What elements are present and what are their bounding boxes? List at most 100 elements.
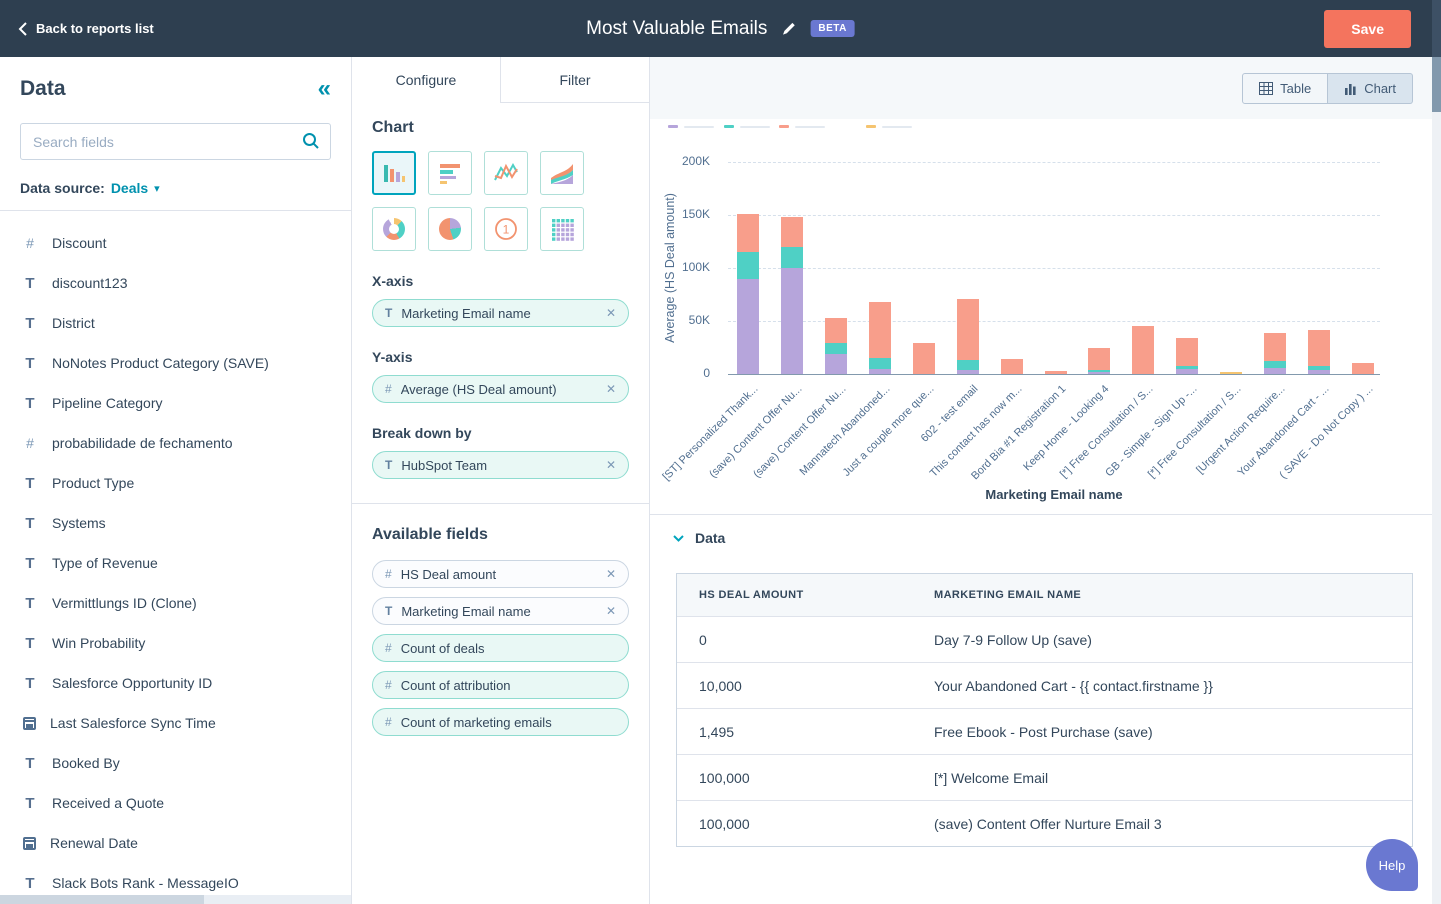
bar-segment-salmon[interactable] [1088,347,1111,370]
field-item-salesforce-opportunity-id[interactable]: T Salesforce Opportunity ID [22,663,351,703]
breakdown-pill[interactable]: T HubSpot Team ✕ [372,451,629,479]
back-to-reports-link[interactable]: Back to reports list [18,21,154,36]
field-item-probabilidade-de-fechamento[interactable]: # probabilidade de fechamento [22,423,351,463]
remove-icon[interactable]: ✕ [606,458,616,472]
bar-segment-salmon[interactable] [956,298,979,361]
text-type-icon: T [385,604,393,618]
x-axis-line [728,374,1380,375]
chart-type-pie-button[interactable] [428,207,472,251]
legend-text-remnant [795,126,825,128]
x-axis-pill[interactable]: T Marketing Email name ✕ [372,299,629,327]
field-item-received-a-quote[interactable]: T Received a Quote [22,783,351,823]
y-axis-pill[interactable]: # Average (HS Deal amount) ✕ [372,375,629,403]
bar-segment-salmon[interactable] [1132,326,1155,374]
field-item-vermittlungs-id-clone[interactable]: T Vermittlungs ID (Clone) [22,583,351,623]
chart-type-line-button[interactable] [484,151,528,195]
collapse-sidebar-icon[interactable]: « [318,77,331,101]
available-fields-title: Available fields [372,526,488,543]
stacked-bar [1352,363,1375,374]
field-item-renewal-date[interactable]: Renewal Date [22,823,351,863]
field-item-type-of-revenue[interactable]: T Type of Revenue [22,543,351,583]
field-item-booked-by[interactable]: T Booked By [22,743,351,783]
horizontal-scrollbar[interactable] [0,895,351,904]
remove-icon[interactable]: ✕ [606,604,616,618]
scrollbar-thumb[interactable] [1432,57,1441,112]
number-type-icon: # [385,641,392,655]
bar-segment-salmon[interactable] [824,317,847,344]
bar-segment-teal[interactable] [868,358,891,369]
save-button[interactable]: Save [1324,9,1411,48]
bar-segment-salmon[interactable] [1352,363,1375,374]
chart-type-area-button[interactable] [540,151,584,195]
tab-configure[interactable]: Configure [352,57,500,103]
available-field-pill[interactable]: # Count of deals [372,634,629,662]
bar-segment-salmon[interactable] [1044,370,1067,374]
bar-segment-salmon[interactable] [1176,337,1199,366]
field-item-last-salesforce-sync-time[interactable]: Last Salesforce Sync Time [22,703,351,743]
chart-type-pivot-button[interactable] [540,207,584,251]
remove-icon[interactable]: ✕ [606,567,616,581]
field-item-win-probability[interactable]: T Win Probability [22,623,351,663]
bar-segment-purple[interactable] [1308,369,1331,374]
number-type-icon: # [26,435,34,451]
field-item-product-type[interactable]: T Product Type [22,463,351,503]
bar-segment-purple[interactable] [824,353,847,374]
bar-segment-teal[interactable] [737,252,759,279]
chart-type-horizontal-bar-button[interactable] [428,151,472,195]
legend-swatch-purple [668,125,678,128]
tab-filter[interactable]: Filter [500,57,649,103]
bar-segment-purple[interactable] [1176,368,1199,374]
bar-segment-purple[interactable] [1088,371,1111,374]
calendar-icon [23,836,36,850]
y-tick-label: 200K [681,154,710,168]
field-item-systems[interactable]: T Systems [22,503,351,543]
available-field-pill[interactable]: T Marketing Email name ✕ [372,597,629,625]
bar-segment-purple[interactable] [737,278,759,374]
bar-segment-teal[interactable] [956,360,979,370]
bar-segment-purple[interactable] [1264,367,1287,374]
data-source-dropdown[interactable]: Deals [111,180,148,196]
bar-segment-salmon[interactable] [737,213,759,253]
stacked-bar [1308,329,1331,374]
remove-icon[interactable]: ✕ [606,382,616,396]
edit-pencil-icon[interactable] [781,21,796,36]
x-tick-label: ( SAVE - Do Not Copy ) ... [1277,383,1376,482]
bar-segment-teal[interactable] [780,246,803,268]
bar-segment-salmon[interactable] [1264,332,1287,362]
available-field-pill[interactable]: # HS Deal amount ✕ [372,560,629,588]
bar-segment-yellow[interactable] [1220,371,1243,374]
available-field-pill[interactable]: # Count of attribution [372,671,629,699]
bar-segment-teal[interactable] [824,343,847,354]
chevron-down-icon[interactable] [673,534,684,542]
bar-segment-purple[interactable] [956,369,979,374]
bar-segment-purple[interactable] [868,368,891,374]
field-item-discount[interactable]: # Discount [22,223,351,263]
bar-segment-salmon[interactable] [912,343,935,374]
vertical-scrollbar[interactable] [1432,0,1441,904]
field-item-discount123[interactable]: Tdiscount123 [22,263,351,303]
field-item-pipeline-category[interactable]: T Pipeline Category [22,383,351,423]
chart-type-kpi-button[interactable]: 1 [484,207,528,251]
pill-label: Average (HS Deal amount) [400,381,557,397]
back-chevron-icon [18,21,27,36]
help-button[interactable]: Help [1366,839,1418,891]
search-fields-input[interactable] [20,123,331,160]
text-type-icon: T [25,554,35,572]
chart-type-column-button[interactable] [372,151,416,195]
bar-segment-salmon[interactable] [1000,359,1023,374]
bar-segment-salmon[interactable] [780,217,803,247]
pill-label: Count of attribution [400,677,511,693]
bar-segment-salmon[interactable] [1308,329,1331,366]
field-item-nonotes-product-category-save[interactable]: T NoNotes Product Category (SAVE) [22,343,351,383]
table-view-button[interactable]: Table [1242,72,1329,104]
bar-segment-salmon[interactable] [868,301,891,359]
x-axis-title: Marketing Email name [985,487,1123,502]
chart-view-button[interactable]: Chart [1328,72,1413,104]
bar-segment-purple[interactable] [780,268,803,374]
chart-type-donut-button[interactable] [372,207,416,251]
stacked-bar [780,217,803,374]
text-type-icon: T [25,634,35,652]
available-field-pill[interactable]: # Count of marketing emails [372,708,629,736]
remove-icon[interactable]: ✕ [606,306,616,320]
field-item-district[interactable]: T District [22,303,351,343]
